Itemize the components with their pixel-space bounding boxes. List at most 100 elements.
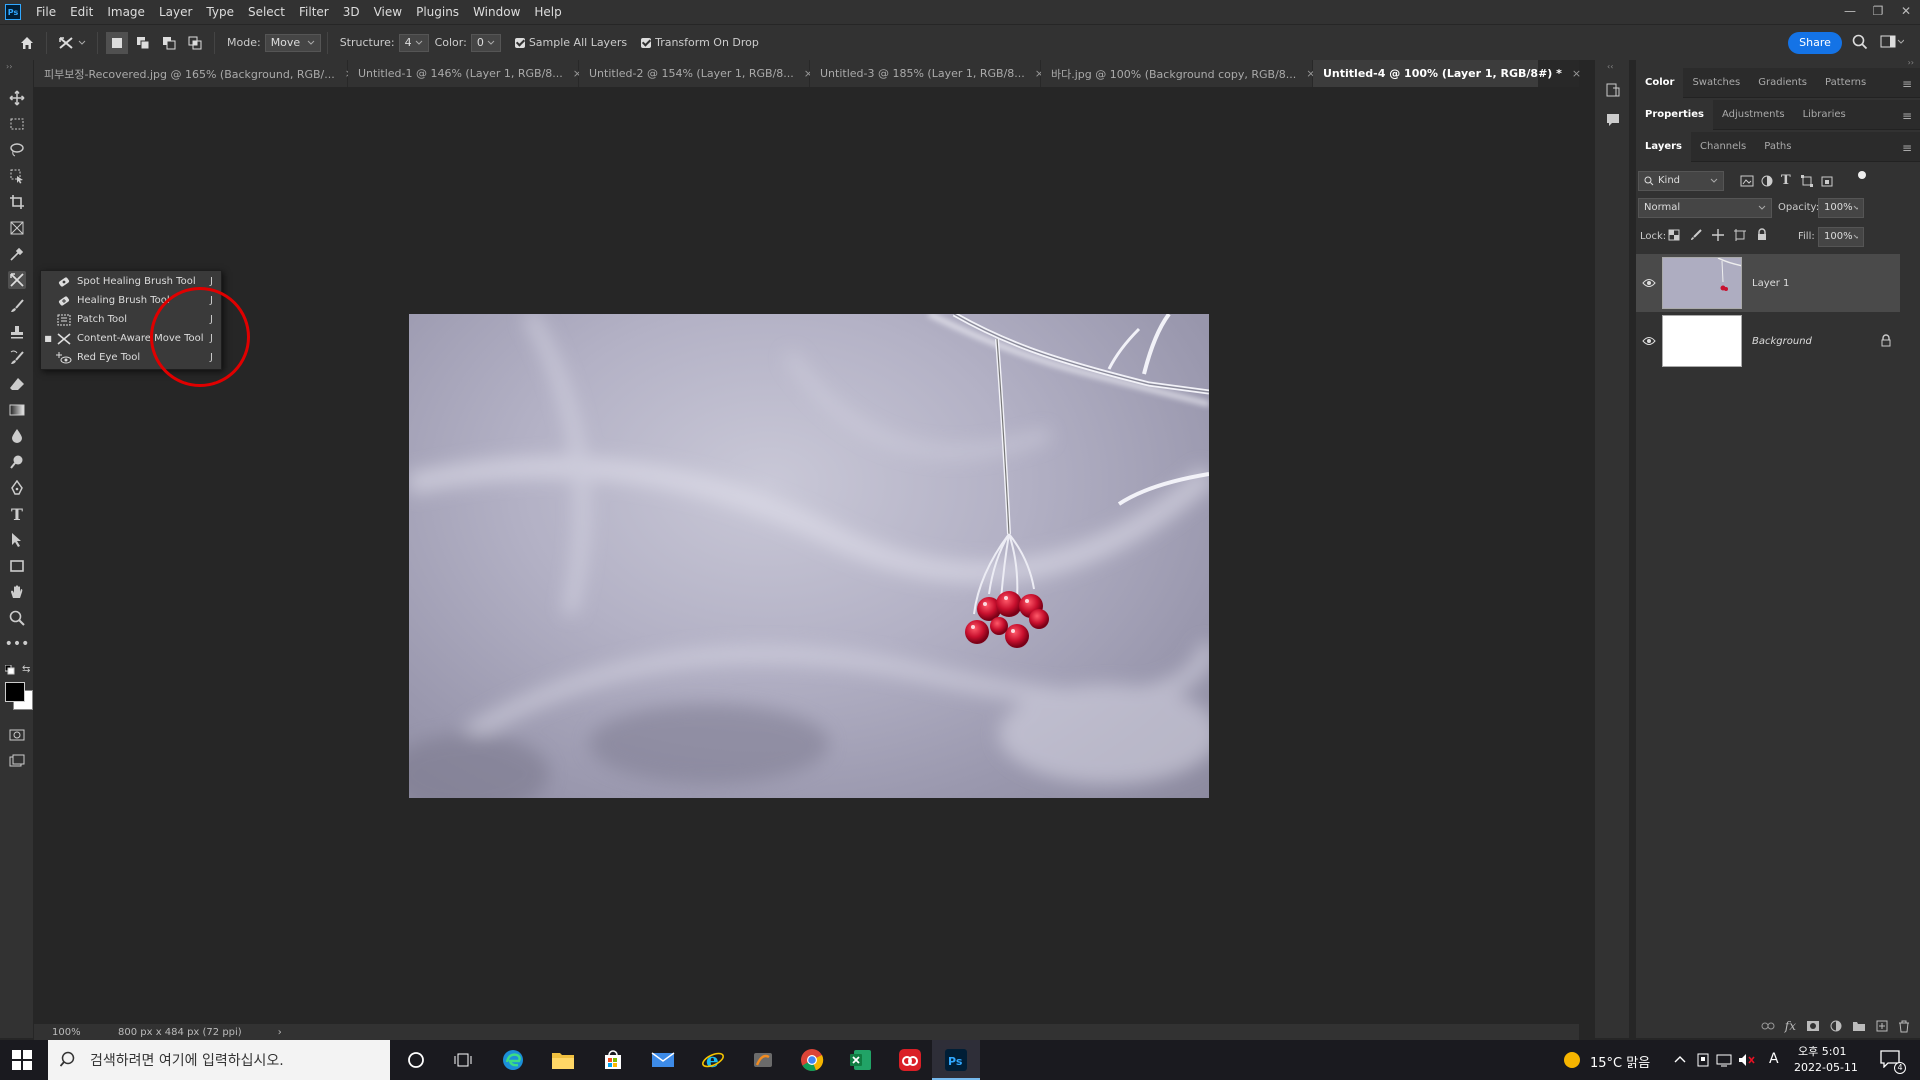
marquee-tool-icon[interactable] <box>8 115 26 133</box>
ime-indicator[interactable]: A <box>1769 1051 1779 1067</box>
network-icon[interactable] <box>1716 1052 1732 1068</box>
panel-menu-icon[interactable]: ≡ <box>1902 77 1912 91</box>
menu-edit[interactable]: Edit <box>63 0 100 24</box>
brush-tool-icon[interactable] <box>8 297 26 315</box>
cortana-icon[interactable] <box>404 1048 428 1072</box>
frame-tool-icon[interactable] <box>8 219 26 237</box>
more-tools-icon[interactable]: ••• <box>5 635 30 653</box>
tab-color[interactable]: Color <box>1636 67 1684 98</box>
document-tab[interactable]: 피부보정-Recovered.jpg @ 165% (Background, R… <box>34 60 354 87</box>
layer-name[interactable]: Background <box>1752 336 1812 347</box>
type-tool-icon[interactable]: T <box>8 505 26 524</box>
tool-preset-picker[interactable] <box>55 32 89 54</box>
color-input[interactable]: 0 <box>470 33 501 52</box>
panel-menu-icon[interactable]: ≡ <box>1902 109 1912 123</box>
tab-layers[interactable]: Layers <box>1636 131 1691 162</box>
internet-explorer-icon[interactable]: e <box>701 1048 725 1072</box>
lock-transparent-icon[interactable] <box>1668 229 1680 241</box>
weather-text[interactable]: 15°C 맑음 <box>1590 1052 1650 1071</box>
taskbar-search-box[interactable]: 검색하려면 여기에 입력하십시오. <box>48 1040 390 1080</box>
menu-plugins[interactable]: Plugins <box>409 0 466 24</box>
lock-all-icon[interactable] <box>1756 228 1768 241</box>
delete-layer-icon[interactable] <box>1898 1020 1910 1033</box>
menu-filter[interactable]: Filter <box>292 0 336 24</box>
foreground-color-swatch[interactable] <box>5 682 25 702</box>
panel-menu-icon[interactable]: ≡ <box>1902 141 1912 155</box>
menu-help[interactable]: Help <box>527 0 568 24</box>
eyedropper-tool-icon[interactable] <box>8 245 26 263</box>
layer-lock-icon[interactable] <box>1880 334 1892 347</box>
microsoft-store-icon[interactable] <box>601 1048 625 1072</box>
close-tab-icon[interactable]: × <box>1572 67 1581 80</box>
filter-smart-object-icon[interactable] <box>1820 174 1834 188</box>
collapse-toolbar-icon[interactable]: ›› <box>6 62 12 71</box>
filter-adjustment-icon[interactable] <box>1760 174 1774 188</box>
close-window-button[interactable]: ✕ <box>1892 0 1920 24</box>
menu-select[interactable]: Select <box>241 0 292 24</box>
healing-tool-icon[interactable] <box>8 271 26 289</box>
new-group-icon[interactable] <box>1852 1020 1866 1032</box>
document-tab-active[interactable]: Untitled-4 @ 100% (Layer 1, RGB/8#) * × <box>1313 60 1581 87</box>
status-arrow-icon[interactable]: › <box>278 1027 282 1038</box>
document-tab[interactable]: Untitled-1 @ 146% (Layer 1, RGB/8... × <box>348 60 582 87</box>
path-selection-tool-icon[interactable] <box>8 531 26 549</box>
menu-3d[interactable]: 3D <box>336 0 367 24</box>
transform-on-drop-checkbox[interactable]: Transform On Drop <box>641 36 759 49</box>
opacity-input[interactable]: 100% <box>1818 198 1864 218</box>
task-view-icon[interactable] <box>451 1048 475 1072</box>
collapse-panels-icon[interactable]: ›› <box>1908 58 1914 67</box>
filter-pixel-icon[interactable] <box>1740 174 1754 188</box>
rectangle-tool-icon[interactable] <box>8 557 26 575</box>
visibility-eye-icon[interactable] <box>1636 278 1662 288</box>
clock-date[interactable]: 2022-05-11 <box>1794 1061 1858 1074</box>
filter-toggle-icon[interactable] <box>1858 171 1866 179</box>
zoom-level[interactable]: 100% <box>52 1027 112 1038</box>
tab-channels[interactable]: Channels <box>1691 132 1755 162</box>
search-icon[interactable] <box>1852 34 1868 50</box>
object-selection-tool-icon[interactable] <box>8 167 26 185</box>
gradient-tool-icon[interactable] <box>8 401 26 419</box>
visibility-eye-icon[interactable] <box>1636 336 1662 346</box>
clone-stamp-tool-icon[interactable] <box>8 323 26 341</box>
menu-image[interactable]: Image <box>100 0 152 24</box>
document-tab[interactable]: Untitled-2 @ 154% (Layer 1, RGB/8... × <box>579 60 813 87</box>
tab-patterns[interactable]: Patterns <box>1816 68 1875 98</box>
swap-colors-icon[interactable]: ⇆ <box>22 664 30 675</box>
zoom-tool-icon[interactable] <box>8 609 26 627</box>
creative-cloud-icon[interactable] <box>898 1048 922 1072</box>
menu-layer[interactable]: Layer <box>152 0 199 24</box>
intersect-selection-icon[interactable] <box>184 32 206 54</box>
tab-adjustments[interactable]: Adjustments <box>1713 100 1794 130</box>
add-to-selection-icon[interactable] <box>132 32 154 54</box>
photoshop-taskbar-icon[interactable]: Ps <box>944 1048 968 1072</box>
tray-app-icon[interactable] <box>1696 1052 1710 1068</box>
eraser-tool-icon[interactable] <box>8 375 26 393</box>
workspace-icon[interactable] <box>1880 35 1904 49</box>
add-mask-icon[interactable] <box>1806 1020 1820 1032</box>
share-button[interactable]: Share <box>1788 32 1842 54</box>
volume-muted-icon[interactable] <box>1738 1052 1756 1068</box>
quick-mask-icon[interactable] <box>8 726 26 744</box>
lock-position-icon[interactable] <box>1712 229 1724 241</box>
menu-type[interactable]: Type <box>199 0 241 24</box>
adjustment-layer-icon[interactable] <box>1830 1020 1842 1032</box>
weather-sun-icon[interactable] <box>1563 1051 1581 1069</box>
layer-row-background[interactable]: Background <box>1636 312 1900 370</box>
file-explorer-icon[interactable] <box>551 1048 575 1072</box>
tab-gradients[interactable]: Gradients <box>1749 68 1816 98</box>
clock-time[interactable]: 오후 5:01 <box>1798 1043 1846 1059</box>
menu-window[interactable]: Window <box>466 0 527 24</box>
lock-artboard-icon[interactable] <box>1734 229 1746 241</box>
windows-start-icon[interactable] <box>12 1050 32 1070</box>
lasso-tool-icon[interactable] <box>8 141 26 159</box>
document-tab[interactable]: 바다.jpg @ 100% (Background copy, RGB/8...… <box>1041 60 1316 87</box>
new-layer-icon[interactable] <box>1876 1020 1888 1032</box>
mode-select[interactable]: Move <box>264 33 321 52</box>
comments-panel-icon[interactable] <box>1605 112 1621 128</box>
history-panel-icon[interactable] <box>1605 82 1621 98</box>
minimize-button[interactable]: — <box>1836 0 1864 24</box>
edge-icon[interactable] <box>501 1048 525 1072</box>
show-hidden-icons-icon[interactable] <box>1674 1054 1686 1064</box>
subtract-from-selection-icon[interactable] <box>158 32 180 54</box>
new-selection-icon[interactable] <box>106 31 128 54</box>
